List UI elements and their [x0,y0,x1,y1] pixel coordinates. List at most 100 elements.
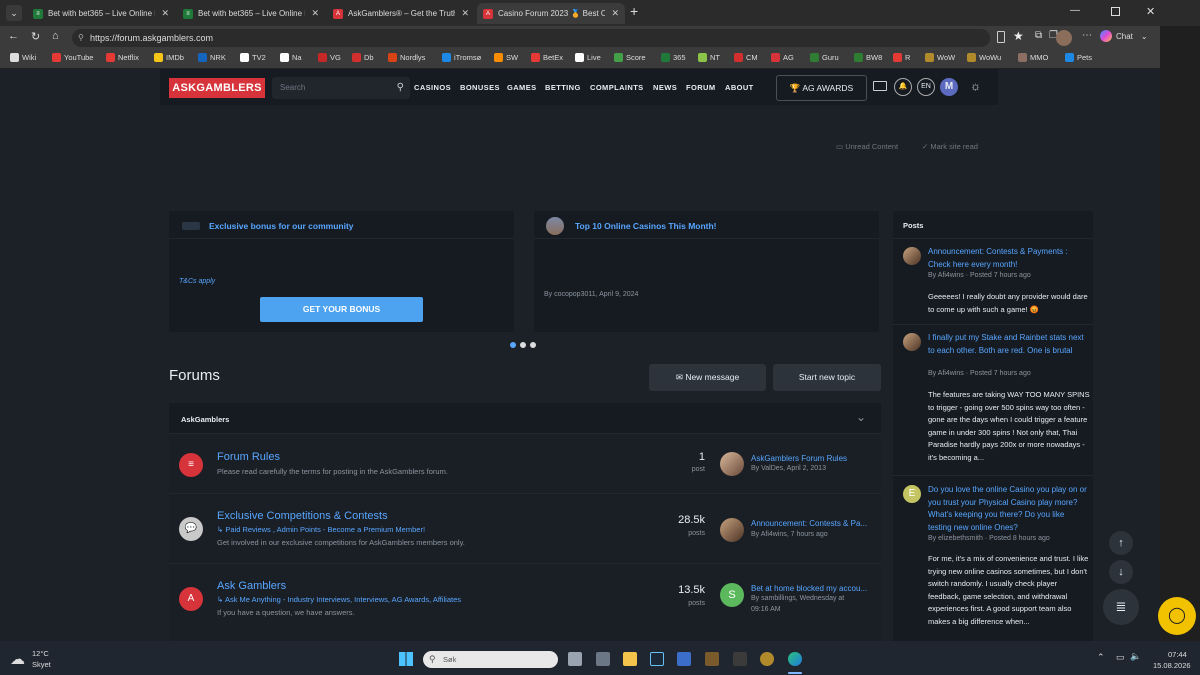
support-chat-bubble-icon[interactable]: ◯ [1158,597,1196,635]
bookmark-sw[interactable]: SW [494,53,518,62]
display-icon[interactable]: ▭ [1116,652,1125,663]
nav-complaints[interactable]: COMPLAINTS [590,83,644,92]
bookmark-netflix[interactable]: Netflix [106,53,139,62]
game-icon[interactable] [733,652,747,666]
taskbar-search-field[interactable]: ⚲ Søk [423,651,558,668]
browser-tab-active[interactable]: A Casino Forum 2023 🏅 Best Online ✕ [477,3,625,24]
copilot-chat-button[interactable]: Chat ⌄ [1100,30,1148,42]
carousel-dot[interactable] [530,342,536,348]
volume-icon[interactable]: 🔈 [1130,651,1141,662]
bookmark-nt[interactable]: NT [698,53,720,62]
nav-bonuses[interactable]: BONUSES [460,83,500,92]
bookmark-cm[interactable]: CM [734,53,758,62]
new-tab-button[interactable]: + [630,3,638,19]
bookmark-guru[interactable]: Guru [810,53,839,62]
profile-avatar[interactable] [1056,30,1072,46]
tray-chevron-up-icon[interactable]: ⌃ [1097,652,1105,663]
bookmark-vg[interactable]: VG [318,53,341,62]
file-explorer-icon[interactable] [623,652,637,666]
app-icon[interactable] [677,652,691,666]
search-icon[interactable]: ⚲ [397,77,404,99]
nav-betting[interactable]: BETTING [545,83,581,92]
carousel-dot-active[interactable] [510,342,516,348]
forum-row[interactable]: 💬 Exclusive Competitions & Contests ↳ Pa… [169,493,881,563]
user-avatar[interactable]: M [940,78,958,96]
close-tab-icon[interactable]: ✕ [461,8,469,19]
nav-about[interactable]: ABOUT [725,83,754,92]
forum-title-link[interactable]: Forum Rules [217,451,280,463]
bookmark-youtube[interactable]: YouTube [52,53,93,62]
minimize-icon[interactable]: — [1070,5,1080,16]
task-view-icon[interactable] [568,652,582,666]
forum-row[interactable]: ≡ Forum Rules Please read carefully the … [169,433,881,493]
scroll-down-button[interactable]: ↓ [1109,560,1133,584]
url-field[interactable]: ⚲ https://forum.askgamblers.com [72,29,990,47]
bookmark-imdb[interactable]: IMDb [154,53,184,62]
bookmark-nordlys[interactable]: Nordlys [388,53,425,62]
favorite-star-icon[interactable]: ★ [1013,29,1024,43]
askgamblers-logo[interactable]: ASKGAMBLERS [169,78,265,98]
tc-link[interactable]: T&Cs apply [179,278,215,285]
extensions-icon[interactable]: ⧉ [1035,30,1042,41]
scroll-up-button[interactable]: ↑ [1109,531,1133,555]
forum-row[interactable]: A Ask Gamblers ↳ Ask Me Anything - Indus… [169,563,881,623]
post-item[interactable]: Announcement: Contests & Payments : Chec… [893,239,1093,325]
weather-cloud-icon[interactable]: ☁ [10,650,25,668]
bookmark-ag[interactable]: AG [771,53,794,62]
forum-title-link[interactable]: Exclusive Competitions & Contests [217,510,388,522]
home-icon[interactable]: ⌂ [52,30,59,42]
bookmark-r[interactable]: R [893,53,910,62]
clock-date[interactable]: 15.08.2026 [1153,661,1191,670]
bookmark-wow[interactable]: WoW [925,53,955,62]
close-tab-icon[interactable]: ✕ [611,8,619,19]
messages-icon[interactable] [873,81,887,91]
reader-icon[interactable] [997,31,1005,43]
theme-toggle-sun-icon[interactable]: ☼ [970,79,981,93]
browser-tab[interactable]: ≡ Bet with bet365 – Live Online Betti ✕ [177,3,325,24]
game-launcher-icon[interactable] [705,652,719,666]
mark-site-read-link[interactable]: ✓ Mark site read [922,142,978,151]
bookmark-live[interactable]: Live [575,53,601,62]
steam-icon[interactable] [650,652,664,666]
back-icon[interactable]: ← [8,30,19,42]
post-item[interactable]: E Do you love the online Casino you play… [893,477,1093,641]
last-post-link[interactable]: AskGamblers Forum Rules [751,454,876,463]
close-tab-icon[interactable]: ✕ [161,8,169,19]
calculator-icon[interactable] [596,652,610,666]
start-new-topic-button[interactable]: Start new topic [773,364,881,391]
get-bonus-button[interactable]: GET YOUR BONUS [260,297,423,322]
bookmark-wiki[interactable]: Wiki [10,53,36,62]
bookmark-itroms-[interactable]: iTromsø [442,53,481,62]
last-poster-avatar[interactable] [720,452,744,476]
language-selector[interactable]: EN [917,78,935,96]
bookmark-pets[interactable]: Pets [1065,53,1092,62]
promo-title[interactable]: Top 10 Online Casinos This Month! [575,221,717,231]
collapse-chevron-icon[interactable]: ⌄ [856,410,866,424]
site-info-icon[interactable]: ⚲ [78,29,84,47]
post-title-link[interactable]: Do you love the online Casino you play o… [928,484,1088,534]
nav-casinos[interactable]: CASINOS [414,83,451,92]
maximize-icon[interactable] [1111,7,1120,16]
last-poster-avatar[interactable] [720,518,744,542]
close-tab-icon[interactable]: ✕ [311,8,319,19]
subforum-links[interactable]: ↳ Ask Me Anything - Industry Interviews,… [217,595,461,604]
notifications-bell-icon[interactable]: 🔔 [894,78,912,96]
post-title-link[interactable]: I finally put my Stake and Rainbet stats… [928,332,1088,357]
weather-temp[interactable]: 12°C [32,649,49,658]
close-window-icon[interactable]: ✕ [1146,5,1155,18]
site-search-input[interactable]: Search ⚲ [272,77,410,99]
bookmark-na[interactable]: Na [280,53,302,62]
new-message-button[interactable]: ✉ New message [649,364,766,391]
last-post-link[interactable]: Bet at home blocked my accou... [751,584,876,593]
post-title-link[interactable]: Announcement: Contests & Payments : Chec… [928,246,1088,271]
nav-games[interactable]: GAMES [507,83,537,92]
edge-browser-icon[interactable] [788,652,802,666]
promo-title[interactable]: Exclusive bonus for our community [209,221,354,231]
tab-list-chevron-icon[interactable]: ⌄ [6,5,22,21]
post-item[interactable]: I finally put my Stake and Rainbet stats… [893,325,1093,475]
bookmark-mmo[interactable]: MMO [1018,53,1048,62]
last-poster-avatar[interactable]: S [720,583,744,607]
nav-news[interactable]: NEWS [653,83,677,92]
last-post-link[interactable]: Announcement: Contests & Pa... [751,519,876,528]
chat-widget-button[interactable]: ≣ [1103,589,1139,625]
